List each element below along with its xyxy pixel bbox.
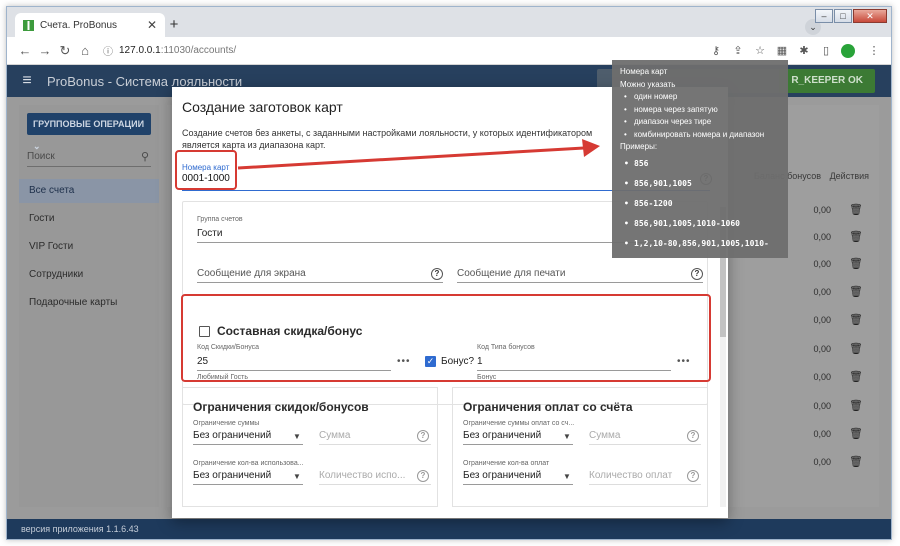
tooltip-option: комбинировать номера и диапазон — [620, 129, 780, 142]
tooltip-subtitle: Можно указать — [620, 79, 676, 89]
tooltip-example: 856,901,1005 — [620, 174, 780, 194]
tooltip-example: 856,901,1005,1010-1060 — [620, 214, 780, 234]
tooltip-examples-title: Примеры: — [620, 142, 658, 151]
tooltip-example: 1,2,10-80,856,901,1005,1010-1060 — [620, 234, 780, 274]
tooltip-option: номера через запятую — [620, 104, 780, 117]
tooltip-option: один номер — [620, 91, 780, 104]
tooltip-options: один номер номера через запятую диапазон… — [620, 91, 780, 141]
card-numbers-tooltip: Номера карт Можно указать один номер ном… — [612, 60, 788, 268]
tooltip-title: Номера карт — [620, 67, 668, 76]
tooltip-examples: 856 856,901,1005 856-1200 856,901,1005,1… — [620, 154, 780, 274]
tooltip-option: диапазон через тире — [620, 116, 780, 129]
tooltip-example: 856-1200 — [620, 194, 780, 214]
tooltip-example: 856 — [620, 154, 780, 174]
